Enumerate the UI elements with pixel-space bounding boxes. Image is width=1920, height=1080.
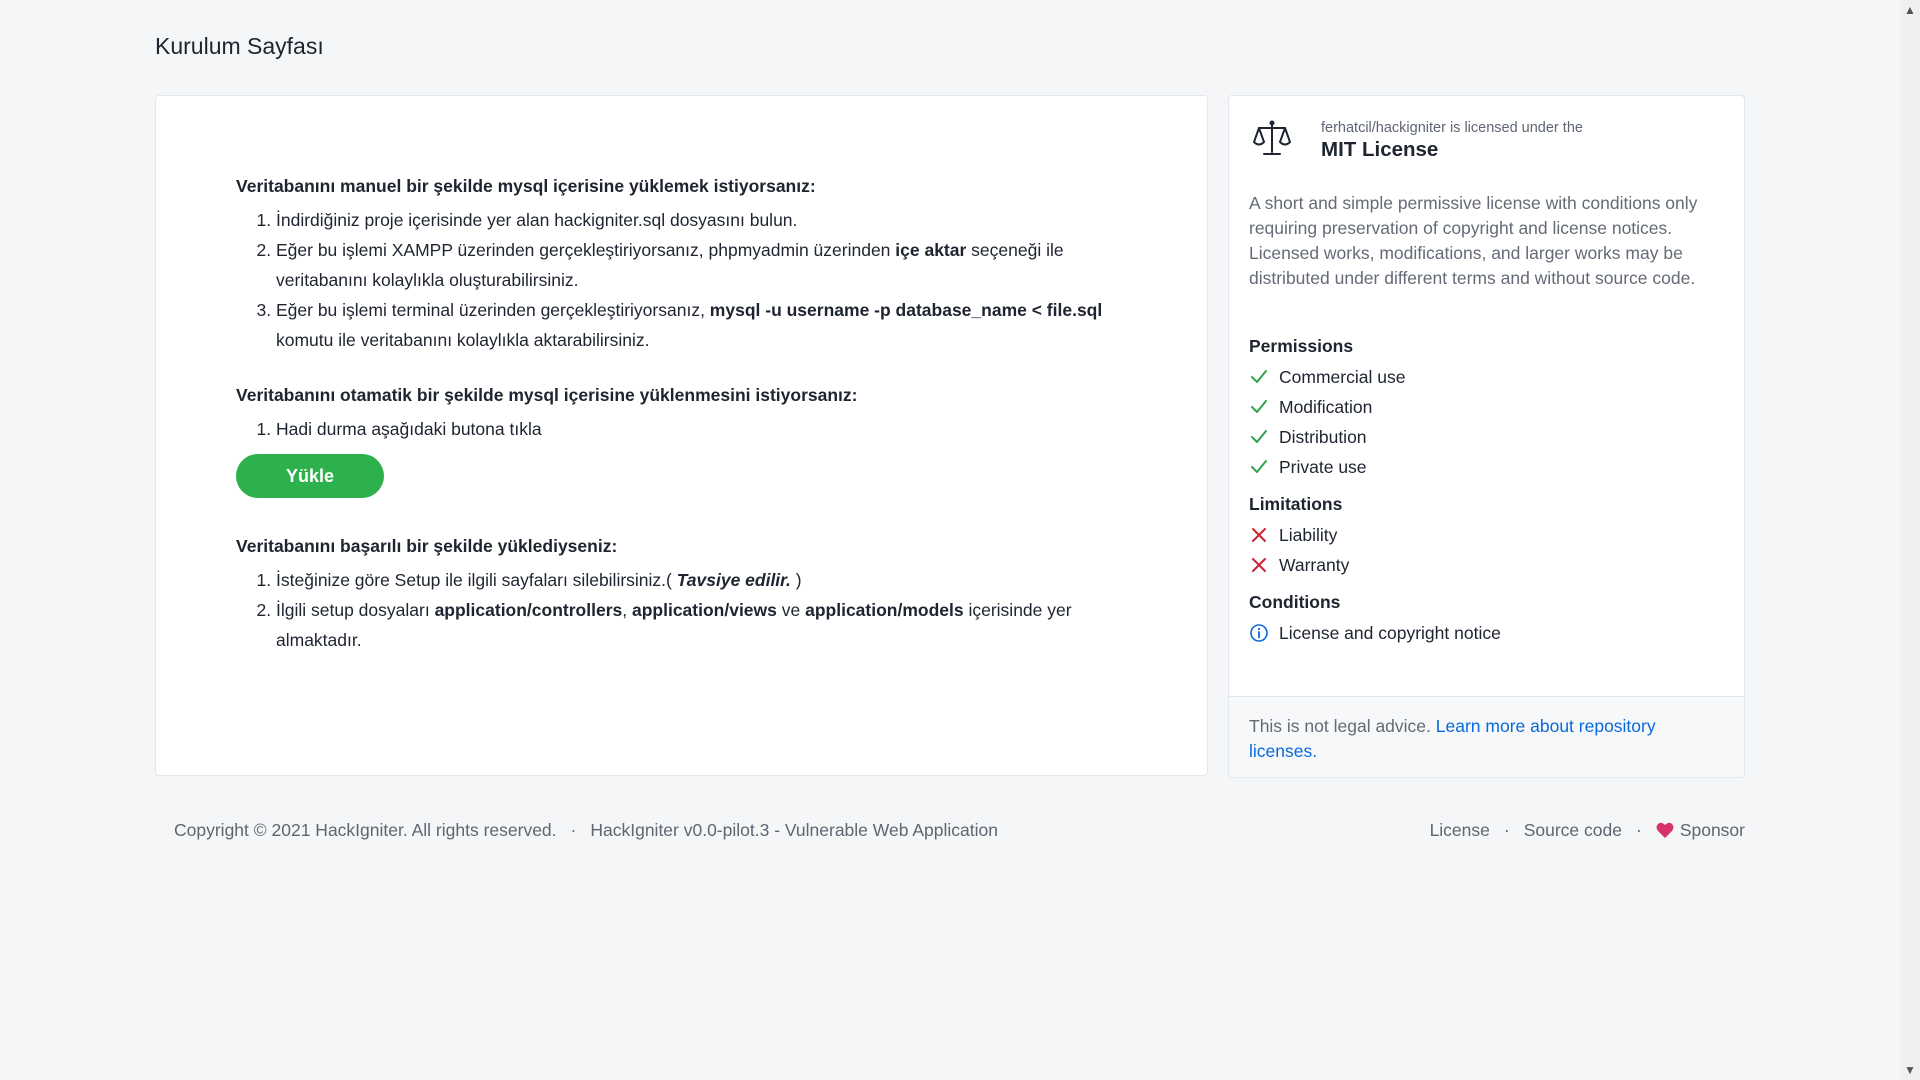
license-item-label: Liability	[1279, 525, 1338, 545]
license-list-item: Distribution	[1249, 422, 1729, 452]
list-item: İsteğinize göre Setup ile ilgili sayfala…	[276, 565, 1106, 595]
permissions-list: Commercial use Modification Distribution Pr…	[1249, 362, 1729, 482]
check-icon	[1251, 370, 1267, 383]
license-card: ferhatcil/hackigniter is licensed under …	[1228, 95, 1745, 778]
license-item-label: Warranty	[1279, 555, 1350, 575]
license-sections: Permissions Commercial use Modification Di…	[1249, 336, 1729, 660]
license-footer: This is not legal advice. Learn more abo…	[1229, 696, 1744, 777]
list-item: Eğer bu işlemi XAMPP üzerinden gerçekleş…	[276, 235, 1106, 295]
scale-icon	[1253, 120, 1291, 155]
done-heading: Veritabanını başarılı bir şekilde yükled…	[236, 536, 618, 556]
check-icon	[1251, 460, 1267, 473]
done-steps: İsteğinize göre Setup ile ilgili sayfala…	[236, 565, 1106, 655]
limitations-title: Limitations	[1249, 494, 1343, 514]
scroll-down-icon[interactable]: ▼	[1900, 1060, 1920, 1080]
limitations-list: Liability Warranty	[1249, 520, 1729, 580]
license-subtitle: ferhatcil/hackigniter is licensed under …	[1321, 120, 1583, 136]
footer-sponsor-link[interactable]: Sponsor	[1680, 820, 1745, 841]
setup-card: Veritabanını manuel bir şekilde mysql iç…	[155, 95, 1208, 776]
license-description: A short and simple permissive license wi…	[1249, 193, 1698, 288]
x-icon	[1252, 528, 1266, 542]
version-text: HackIgniter v0.0-pilot.3 - Vulnerable We…	[590, 820, 998, 840]
license-item-label: Modification	[1279, 397, 1373, 417]
footer-separator: ·	[1503, 820, 1510, 840]
info-icon	[1250, 624, 1268, 642]
conditions-list: License and copyright notice	[1249, 618, 1729, 648]
load-button[interactable]: Yükle	[236, 454, 384, 498]
license-list-item: Warranty	[1249, 550, 1729, 580]
list-item: İndirdiğiniz proje içerisinde yer alan h…	[276, 205, 1106, 235]
license-title: MIT License	[1321, 138, 1439, 161]
setup-content: Veritabanını manuel bir şekilde mysql iç…	[236, 176, 1106, 685]
footer-left: Copyright © 2021 HackIgniter. All rights…	[174, 820, 998, 841]
footer-separator: ·	[1635, 820, 1642, 840]
permissions-title: Permissions	[1249, 336, 1354, 356]
license-item-label: Private use	[1279, 457, 1367, 477]
list-item: Hadi durma aşağıdaki butona tıkla	[276, 414, 1106, 444]
manual-steps: İndirdiğiniz proje içerisinde yer alan h…	[236, 205, 1106, 355]
copyright-text: Copyright © 2021 HackIgniter. All rights…	[174, 820, 557, 840]
check-icon	[1251, 430, 1267, 443]
license-list-item: License and copyright notice	[1249, 618, 1729, 648]
manual-heading: Veritabanını manuel bir şekilde mysql iç…	[236, 176, 816, 196]
footer-right: License · Source code · Sponsor	[1430, 820, 1745, 841]
license-item-label: Commercial use	[1279, 367, 1406, 387]
list-item: Eğer bu işlemi terminal üzerinden gerçek…	[276, 295, 1106, 355]
license-list-item: Modification	[1249, 392, 1729, 422]
conditions-title: Conditions	[1249, 592, 1341, 612]
license-list-item: Private use	[1249, 452, 1729, 482]
footer-license-link[interactable]: License	[1430, 820, 1490, 841]
auto-steps: Hadi durma aşağıdaki butona tıkla	[236, 414, 1106, 444]
license-list-item: Liability	[1249, 520, 1729, 550]
heart-icon	[1656, 822, 1674, 838]
license-header: ferhatcil/hackigniter is licensed under …	[1251, 118, 1728, 168]
check-icon	[1251, 400, 1267, 413]
license-footer-text: This is not legal advice. Learn more abo…	[1249, 716, 1656, 761]
license-list-item: Commercial use	[1249, 362, 1729, 392]
scrollbar[interactable]: ▲ ▼	[1900, 0, 1920, 1080]
footer-separator: ·	[570, 820, 577, 840]
footer-source-link[interactable]: Source code	[1524, 820, 1622, 841]
page-title: Kurulum Sayfası	[155, 33, 324, 59]
license-item-label: Distribution	[1279, 427, 1367, 447]
list-item: İlgili setup dosyaları application/contr…	[276, 595, 1106, 655]
x-icon	[1252, 558, 1266, 572]
license-item-label: License and copyright notice	[1279, 623, 1501, 643]
auto-heading: Veritabanını otamatik bir şekilde mysql …	[236, 385, 858, 405]
scroll-up-icon[interactable]: ▲	[1900, 0, 1920, 20]
